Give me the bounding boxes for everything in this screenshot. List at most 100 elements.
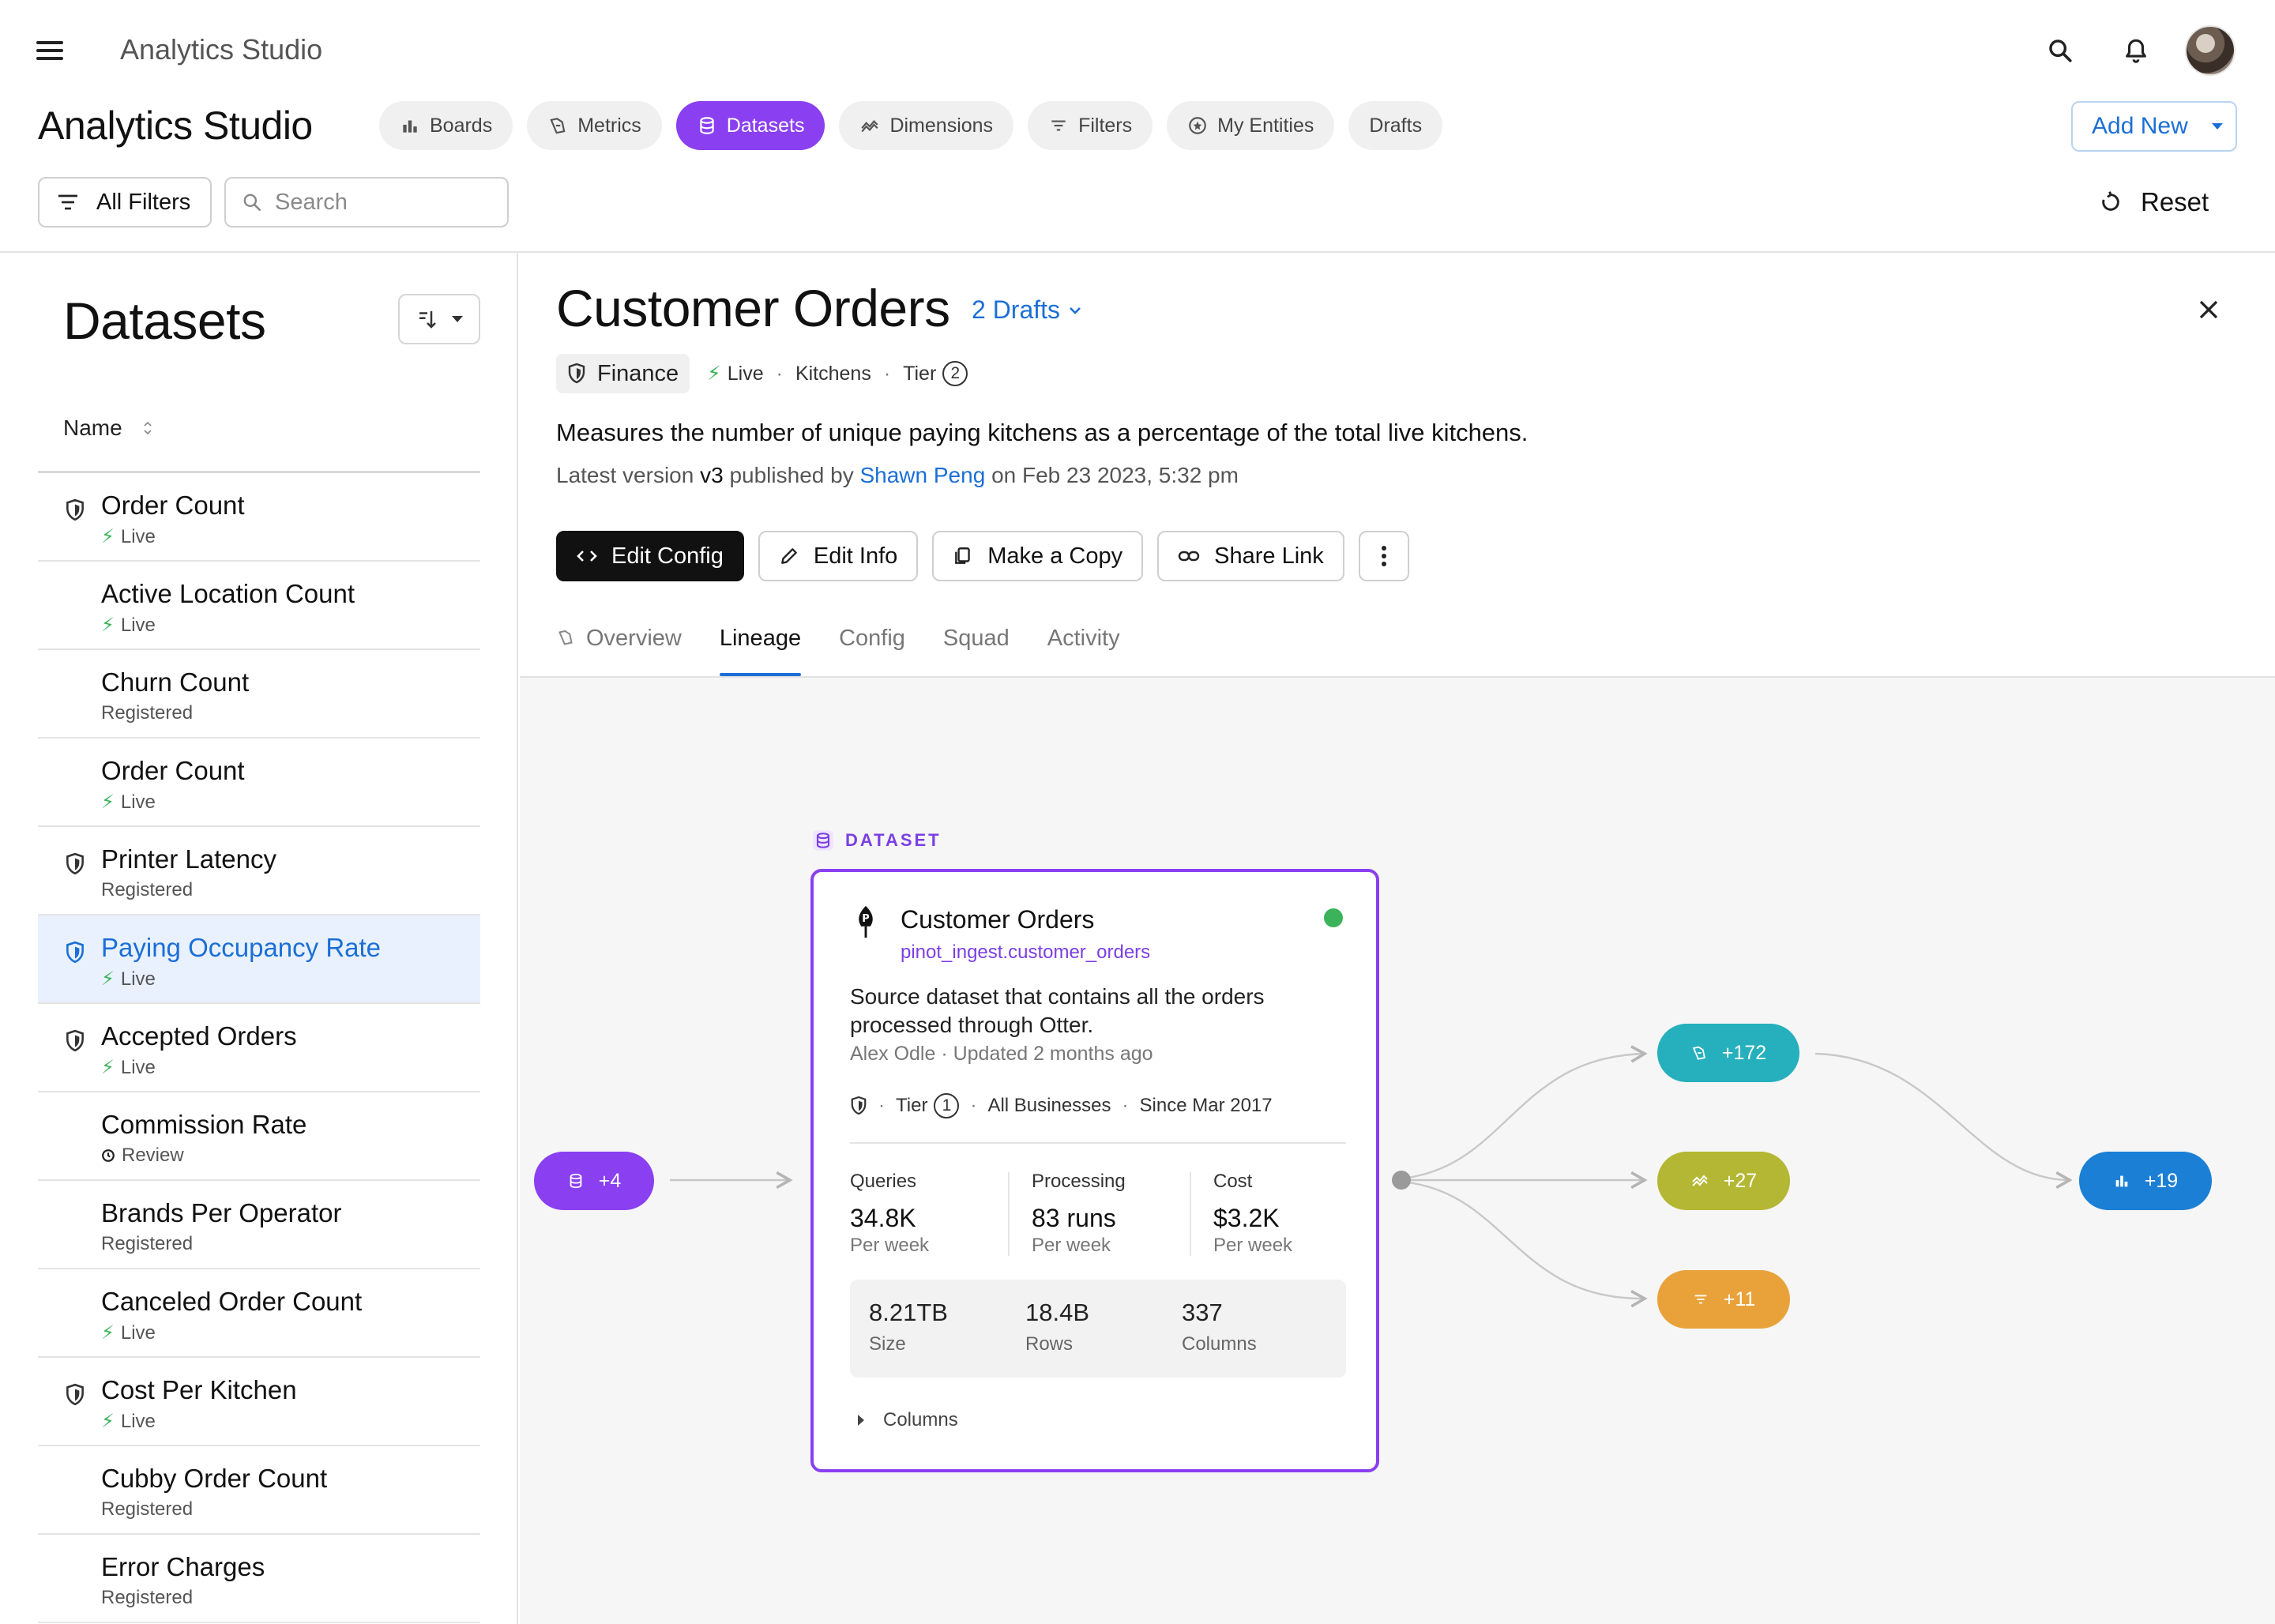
- shield-icon: [851, 1096, 867, 1115]
- list-item[interactable]: Error Charges Registered: [38, 1535, 480, 1623]
- pencil-icon: [781, 548, 797, 564]
- add-new-button[interactable]: Add New: [2071, 101, 2237, 152]
- edge-to-metrics: [1401, 1045, 1648, 1180]
- chip-metrics[interactable]: Metrics: [527, 101, 662, 150]
- make-copy-button[interactable]: Make a Copy: [932, 531, 1144, 581]
- lineage-canvas[interactable]: +4 DATASET P Customer Orders pinot_inges…: [520, 678, 2275, 1624]
- search-input[interactable]: [275, 189, 496, 216]
- list-item[interactable]: Printer Latency Registered: [38, 827, 480, 915]
- shield-icon: [66, 1029, 84, 1052]
- dimension-icon: [861, 119, 878, 133]
- edge-to-boards: [1814, 1052, 2073, 1190]
- list-item[interactable]: Accepted Orders ⚡ Live: [38, 1004, 480, 1092]
- entity-nav-chips: Boards Metrics Datasets Dimensions Filte…: [379, 101, 1443, 150]
- list-item[interactable]: Order Count ⚡ Live: [38, 739, 480, 827]
- list-item[interactable]: Brands Per Operator Registered: [38, 1181, 480, 1269]
- tab-activity[interactable]: Activity: [1047, 622, 1120, 676]
- author-link[interactable]: Shawn Peng: [859, 463, 985, 487]
- database-icon: [700, 117, 714, 134]
- chip-my-entities[interactable]: My Entities: [1167, 101, 1335, 150]
- junction-dot: [1392, 1171, 1411, 1190]
- chip-boards[interactable]: Boards: [379, 101, 513, 150]
- list-item[interactable]: Churn Count Registered: [38, 650, 480, 739]
- downstream-dimensions-node[interactable]: +27: [1657, 1152, 1790, 1210]
- bolt-icon: ⚡: [101, 968, 115, 990]
- tab-lineage[interactable]: Lineage: [719, 622, 802, 676]
- shield-icon: [66, 852, 84, 875]
- share-link-button[interactable]: Share Link: [1157, 531, 1344, 581]
- detail-tabs: Overview Lineage Config Squad Activity: [556, 622, 1120, 676]
- search-icon[interactable]: [2043, 33, 2078, 68]
- columns-stat: 337 Columns: [1182, 1299, 1257, 1355]
- stat-queries: Queries 34.8K Per week: [850, 1171, 930, 1256]
- tab-overview[interactable]: Overview: [556, 622, 682, 676]
- chip-drafts[interactable]: Drafts: [1348, 101, 1443, 150]
- dataset-description: Measures the number of unique paying kit…: [556, 419, 1529, 446]
- bar-chart-icon: [403, 120, 417, 133]
- tier-badge: 1: [934, 1093, 960, 1118]
- bolt-icon: ⚡: [101, 791, 115, 813]
- link-icon: [1178, 551, 1200, 562]
- card-source[interactable]: pinot_ingest.customer_orders: [901, 942, 1150, 964]
- chip-datasets[interactable]: Datasets: [675, 101, 825, 150]
- tier-badge: 2: [942, 361, 968, 386]
- list-item-selected[interactable]: Paying Occupancy Rate ⚡ Live: [38, 915, 480, 1004]
- more-options-button[interactable]: [1358, 531, 1409, 581]
- metric-icon: [1692, 1046, 1705, 1060]
- drafts-dropdown[interactable]: 2 Drafts: [972, 295, 1082, 325]
- card-author-line: Alex Odle · Updated 2 months ago: [850, 1043, 1153, 1065]
- top-app-bar: Analytics Studio: [0, 0, 2275, 103]
- search-field[interactable]: [224, 177, 509, 227]
- avatar[interactable]: [2185, 25, 2236, 76]
- bolt-icon: ⚡: [101, 1411, 115, 1432]
- search-icon: [243, 194, 261, 212]
- size-summary: 8.21TB Size 18.4B Rows 337 Columns: [850, 1280, 1346, 1378]
- downstream-metrics-node[interactable]: +172: [1657, 1024, 1799, 1082]
- reset-button[interactable]: Reset: [2098, 179, 2209, 226]
- filter-icon: [58, 194, 77, 210]
- columns-toggle[interactable]: Columns: [858, 1409, 958, 1431]
- chevron-down-icon: [452, 316, 463, 322]
- list-item[interactable]: Cost Per Kitchen ⚡ Live: [38, 1358, 480, 1446]
- version-info: Latest version v3 published by Shawn Pen…: [556, 463, 1239, 487]
- sort-button[interactable]: [398, 294, 480, 344]
- shield-icon: [66, 498, 84, 521]
- node-type-label: DATASET: [812, 829, 942, 851]
- list-item[interactable]: Cubby Order Count Registered: [38, 1446, 480, 1535]
- dataset-node-card[interactable]: P Customer Orders pinot_ingest.customer_…: [810, 869, 1379, 1472]
- bar-chart-icon: [2115, 1175, 2128, 1187]
- all-filters-button[interactable]: All Filters: [38, 177, 212, 227]
- list-item[interactable]: Active Location Count ⚡ Live: [38, 562, 480, 650]
- menu-icon[interactable]: [36, 39, 63, 62]
- tab-config[interactable]: Config: [839, 622, 905, 676]
- edge-to-filters: [1401, 1180, 1648, 1308]
- team-badge: Finance: [556, 354, 690, 393]
- reset-icon: [2102, 191, 2119, 211]
- tab-squad[interactable]: Squad: [943, 622, 1010, 676]
- bell-icon[interactable]: [2119, 33, 2153, 68]
- edit-info-button[interactable]: Edit Info: [758, 531, 919, 581]
- action-bar: Edit Config Edit Info Make a Copy Share …: [556, 531, 1409, 581]
- upstream-datasets-node[interactable]: +4: [534, 1152, 654, 1210]
- list-item[interactable]: Canceled Order Count ⚡ Live: [38, 1269, 480, 1358]
- list-item[interactable]: Order Count ⚡ Live: [38, 473, 480, 562]
- version-number: v3: [700, 463, 724, 487]
- copy-icon: [955, 547, 971, 564]
- bolt-icon: ⚡: [707, 363, 721, 385]
- edit-config-button[interactable]: Edit Config: [556, 531, 744, 581]
- list-item[interactable]: Commission Rate Review: [38, 1092, 480, 1181]
- chip-filters[interactable]: Filters: [1028, 101, 1153, 150]
- app-name: Analytics Studio: [120, 33, 323, 66]
- downstream-filters-node[interactable]: +11: [1657, 1270, 1790, 1329]
- dataset-list: Order Count ⚡ Live Active Location Count …: [38, 473, 480, 1623]
- pinot-icon: P: [859, 905, 873, 938]
- bolt-icon: ⚡: [101, 1322, 115, 1344]
- chip-dimensions[interactable]: Dimensions: [839, 101, 1014, 150]
- database-icon: [813, 830, 833, 851]
- downstream-boards-node[interactable]: +19: [2079, 1152, 2212, 1210]
- dimension-icon: [1692, 1175, 1708, 1186]
- close-icon[interactable]: [2191, 292, 2226, 327]
- domain-label: Kitchens: [795, 362, 871, 385]
- dataset-meta: Finance ⚡ Live · Kitchens · Tier 2: [556, 354, 968, 393]
- name-column-header[interactable]: Name: [63, 415, 152, 441]
